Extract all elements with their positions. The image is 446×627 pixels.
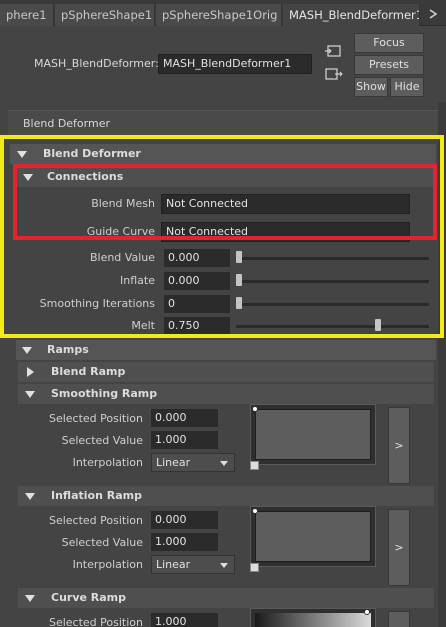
delete-point-icon[interactable] [250, 461, 259, 470]
hide-button[interactable]: Hide [390, 77, 424, 97]
section-title: Smoothing Ramp [51, 387, 158, 400]
interpolation-label: Interpolation [72, 558, 143, 571]
interpolation-dropdown[interactable]: Linear [151, 555, 235, 574]
tab-label: pSphereShape1Orig [162, 8, 278, 22]
focus-button[interactable]: Focus [354, 33, 424, 53]
expand-icon [27, 367, 34, 377]
selected-value-field[interactable]: 1.000 [151, 533, 218, 551]
open-ramp-editor-button[interactable]: > [388, 407, 410, 484]
ramp-point[interactable] [252, 508, 258, 514]
section-title: Ramps [47, 343, 89, 356]
tab-scroll-right-icon[interactable] [428, 9, 438, 22]
tab-label: pSphereShape1 [61, 8, 153, 22]
selected-value-label: Selected Value [61, 434, 143, 447]
delete-point-icon[interactable] [250, 563, 259, 572]
ramp-point[interactable] [364, 609, 370, 615]
output-connection-icon[interactable] [325, 66, 343, 85]
chevron-down-icon [220, 461, 228, 466]
interpolation-value: Linear [156, 456, 191, 469]
blend-ramp-header[interactable]: Blend Ramp [18, 362, 434, 382]
node-name-field[interactable]: MASH_BlendDeformer1 [158, 54, 312, 74]
tab-mash-blenddeformer1[interactable]: MASH_BlendDeformer1 [283, 4, 420, 26]
collapse-icon [25, 595, 35, 602]
node-title: Blend Deformer [23, 117, 110, 130]
tab-bar: phere1 pSphereShape1 pSphereShape1Orig M… [0, 0, 446, 26]
input-connection-icon[interactable] [325, 43, 343, 62]
node-title-bar: Blend Deformer [8, 110, 438, 135]
section-title: Inflation Ramp [51, 489, 142, 502]
curve-ramp-header[interactable]: Curve Ramp [18, 588, 434, 608]
section-title: Curve Ramp [51, 591, 127, 604]
ramp-area[interactable] [255, 511, 371, 562]
curve-ramp-graph[interactable] [250, 608, 376, 627]
ramps-section-header[interactable]: Ramps [16, 340, 436, 360]
interpolation-label: Interpolation [72, 456, 143, 469]
selected-value-field[interactable]: 1.000 [151, 431, 218, 449]
smoothing-ramp-header[interactable]: Smoothing Ramp [18, 384, 434, 404]
inflation-ramp-graph[interactable] [250, 506, 376, 567]
ramp-area[interactable] [255, 409, 371, 460]
collapse-icon [22, 347, 32, 354]
section-title: Blend Ramp [51, 365, 126, 378]
red-highlight-box [13, 164, 437, 240]
tab-label: MASH_BlendDeformer1 [289, 8, 420, 22]
ramp-area[interactable] [255, 613, 371, 627]
selected-position-label: Selected Position [48, 514, 143, 527]
tab-label: phere1 [6, 8, 47, 22]
show-button[interactable]: Show [354, 77, 388, 97]
interpolation-value: Linear [156, 558, 191, 571]
selected-position-label: Selected Position [48, 412, 143, 425]
chevron-down-icon [220, 563, 228, 568]
selected-position-label: Selected Position [48, 616, 143, 627]
smoothing-ramp-graph[interactable] [250, 404, 376, 465]
open-ramp-editor-button[interactable]: > [388, 509, 410, 586]
interpolation-dropdown[interactable]: Linear [151, 453, 235, 472]
open-ramp-editor-button[interactable] [388, 611, 410, 627]
tab-phere1[interactable]: phere1 [0, 4, 54, 26]
inflation-ramp-header[interactable]: Inflation Ramp [18, 486, 434, 506]
selected-position-field[interactable]: 0.000 [151, 511, 218, 529]
tab-psphereshape1orig[interactable]: pSphereShape1Orig [156, 4, 282, 26]
collapse-icon [25, 493, 35, 500]
selected-position-field[interactable]: 0.000 [151, 409, 218, 427]
ramp-point[interactable] [252, 406, 258, 412]
presets-button[interactable]: Presets [354, 55, 424, 75]
node-label: MASH_BlendDeformer: [34, 57, 159, 70]
tab-psphereshape1[interactable]: pSphereShape1 [55, 4, 155, 26]
selected-value-label: Selected Value [61, 536, 143, 549]
selected-position-field[interactable]: 1.000 [151, 613, 218, 627]
collapse-icon [25, 391, 35, 398]
